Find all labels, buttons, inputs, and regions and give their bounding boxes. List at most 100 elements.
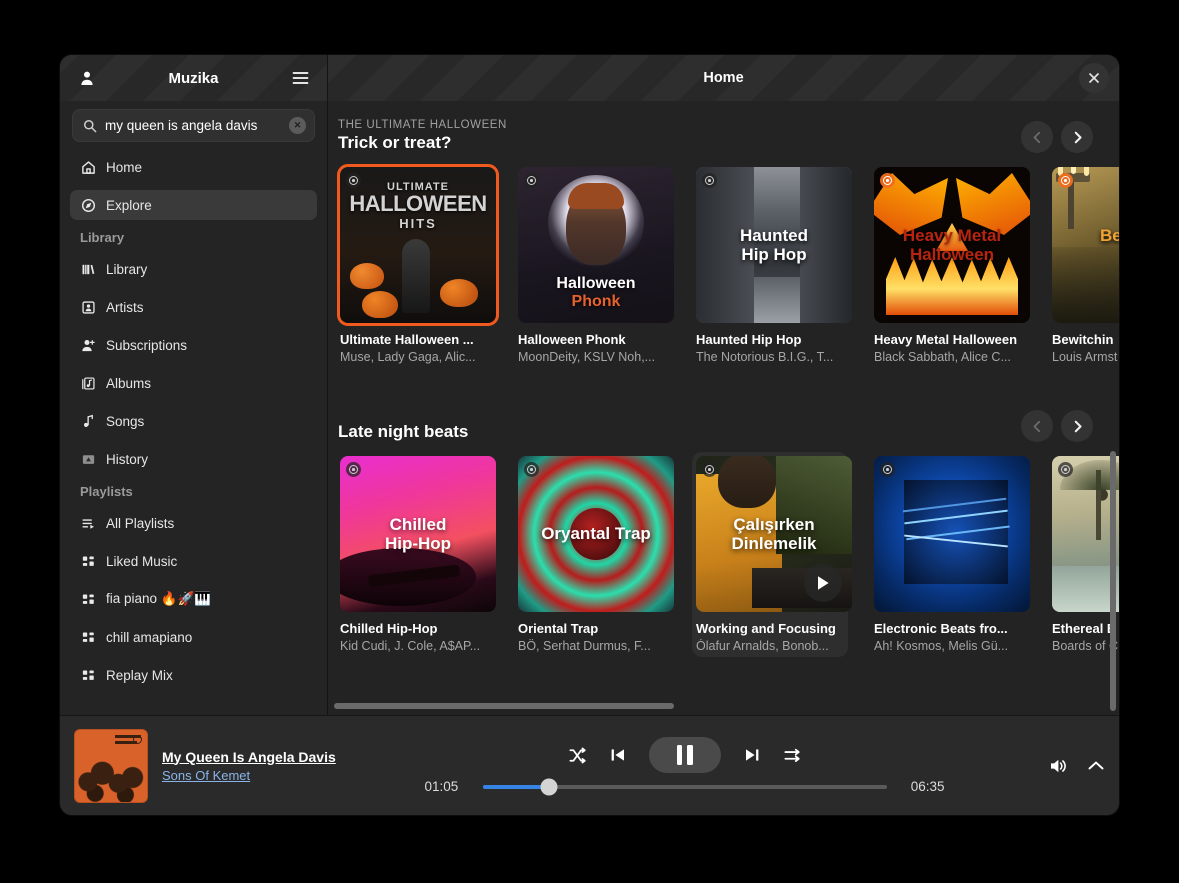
sidebar-item-songs[interactable]: Songs xyxy=(70,406,317,436)
album-cover[interactable]: Oryantal Trap xyxy=(518,456,674,612)
carousel-controls xyxy=(1021,121,1093,153)
album-cover[interactable]: Chilled Hip-Hop xyxy=(340,456,496,612)
sidebar-item-albums[interactable]: Albums xyxy=(70,368,317,398)
sidebar-item-liked-music[interactable]: Liked Music xyxy=(70,546,317,576)
seek-track[interactable] xyxy=(482,778,887,795)
vertical-scrollbar[interactable] xyxy=(1110,451,1116,711)
search-input[interactable]: my queen is angela davis ✕ xyxy=(72,109,315,142)
album-cover[interactable]: Bew J xyxy=(1052,167,1119,323)
album-card[interactable]: Chilled Hip-Hop Chilled Hip-Hop Kid Cudi… xyxy=(336,452,496,657)
skip-previous-icon[interactable] xyxy=(609,746,627,764)
section-kicker: THE ULTIMATE HALLOWEEN xyxy=(338,119,507,131)
play-badge-icon[interactable] xyxy=(1058,462,1073,477)
album-card[interactable]: Halloween Phonk Halloween Phonk MoonDeit… xyxy=(514,163,674,368)
page-title: Home xyxy=(703,70,744,86)
album-cover[interactable]: Çalışırken Dinlemelik xyxy=(696,456,852,612)
sidebar-item-replay-mix[interactable]: Replay Mix xyxy=(70,660,317,690)
section-title: Trick or treat? xyxy=(338,133,452,152)
album-card[interactable]: Çalışırken Dinlemelik Working and Focusi… xyxy=(692,452,852,657)
album-cover[interactable]: ULTIMATE HALLOWEEN HITS xyxy=(337,164,499,326)
album-card[interactable]: Oryantal Trap Oriental Trap BÖ, Serhat D… xyxy=(514,452,674,657)
sidebar-item-chill-amapiano[interactable]: chill amapiano xyxy=(70,622,317,652)
play-badge-icon[interactable] xyxy=(880,173,895,188)
muzika-app-window: Muzika my queen is angela davis ✕ Home E… xyxy=(60,55,1119,815)
close-icon[interactable] xyxy=(1079,63,1109,93)
carousel-controls xyxy=(1021,410,1093,442)
sidebar: Muzika my queen is angela davis ✕ Home E… xyxy=(60,55,328,715)
grid-squares-icon xyxy=(80,629,96,645)
play-badge-icon[interactable] xyxy=(524,173,539,188)
now-playing-cover-art[interactable] xyxy=(74,728,148,803)
play-badge-icon[interactable] xyxy=(346,462,361,477)
album-card[interactable]: Eth Elec Ethereal E Boards of C xyxy=(1048,452,1119,657)
sidebar-item-history[interactable]: History xyxy=(70,444,317,474)
play-badge-icon[interactable] xyxy=(346,173,361,188)
skip-next-icon[interactable] xyxy=(743,746,761,764)
artist-card-icon xyxy=(80,299,96,315)
play-badge-icon[interactable] xyxy=(1058,173,1073,188)
elapsed-time: 01:05 xyxy=(424,779,459,794)
player-controls-area: 01:05 06:35 xyxy=(374,737,995,795)
album-cover[interactable]: Halloween Phonk xyxy=(518,167,674,323)
sidebar-item-label: Home xyxy=(106,159,143,175)
content-area: Home THE ULTIMATE HALLOWEEN Trick or tre… xyxy=(328,55,1119,715)
album-card-title: Halloween Phonk xyxy=(518,332,626,347)
album-card[interactable]: ULTIMATE HALLOWEEN HITS Ultimate Hallowe… xyxy=(336,163,499,368)
sidebar-item-home[interactable]: Home xyxy=(70,152,317,182)
sidebar-item-fia-piano[interactable]: fia piano 🔥🚀🎹 xyxy=(70,584,317,614)
carousel-prev-button[interactable] xyxy=(1021,410,1053,442)
repeat-icon[interactable] xyxy=(783,746,802,765)
seek-thumb[interactable] xyxy=(540,778,558,795)
play-badge-icon[interactable] xyxy=(524,462,539,477)
album-cover[interactable] xyxy=(874,456,1030,612)
play-button-overlay[interactable] xyxy=(804,564,842,602)
shuffle-icon[interactable] xyxy=(568,746,587,765)
search-container: my queen is angela davis ✕ xyxy=(60,101,327,148)
horizontal-scrollbar[interactable] xyxy=(334,703,674,709)
clear-text-icon[interactable]: ✕ xyxy=(289,117,306,134)
play-badge-icon[interactable] xyxy=(880,462,895,477)
album-cover[interactable]: Haunted Hip Hop xyxy=(696,167,852,323)
volume-high-icon[interactable] xyxy=(1049,757,1069,775)
history-icon xyxy=(80,451,96,467)
content-scroll-area[interactable]: THE ULTIMATE HALLOWEEN Trick or treat? U… xyxy=(328,101,1119,715)
sidebar-item-artists[interactable]: Artists xyxy=(70,292,317,322)
carousel-row[interactable]: ULTIMATE HALLOWEEN HITS Ultimate Hallowe… xyxy=(328,163,1119,372)
section-header: Late night beats xyxy=(328,398,1119,452)
play-badge-icon[interactable] xyxy=(702,173,717,188)
sidebar-item-explore[interactable]: Explore xyxy=(70,190,317,220)
play-pause-button[interactable] xyxy=(648,737,721,773)
hamburger-menu-icon[interactable] xyxy=(285,63,315,93)
carousel-next-button[interactable] xyxy=(1061,410,1093,442)
album-card[interactable]: Bew J Bewitchin Louis Armst xyxy=(1048,163,1119,368)
album-card-subtitle: Ólafur Arnalds, Bonob... xyxy=(696,639,829,653)
sidebar-item-all-playlists[interactable]: All Playlists xyxy=(70,508,317,538)
album-cover[interactable]: Eth Elec xyxy=(1052,456,1119,612)
player-bar: My Queen Is Angela Davis Sons Of Kemet 0… xyxy=(60,715,1119,815)
carousel-prev-button[interactable] xyxy=(1021,121,1053,153)
album-card[interactable]: Haunted Hip Hop Haunted Hip Hop The Noto… xyxy=(692,163,852,368)
now-playing-artist[interactable]: Sons Of Kemet xyxy=(162,768,336,783)
section-titles: THE ULTIMATE HALLOWEEN Trick or treat? xyxy=(338,119,1021,153)
carousel-row[interactable]: Chilled Hip-Hop Chilled Hip-Hop Kid Cudi… xyxy=(328,452,1119,661)
play-badge-icon[interactable] xyxy=(702,462,717,477)
sidebar-item-subscriptions[interactable]: Subscriptions xyxy=(70,330,317,360)
sidebar-item-label: Albums xyxy=(106,375,152,391)
grid-squares-icon xyxy=(80,667,96,683)
sidebar-item-label: History xyxy=(106,451,149,467)
carousel-next-button[interactable] xyxy=(1061,121,1093,153)
album-cover[interactable]: Heavy Metal Halloween xyxy=(874,167,1030,323)
sidebar-item-library[interactable]: Library xyxy=(70,254,317,284)
app-title: Muzika xyxy=(168,69,219,87)
album-card[interactable]: Electronic Beats fro... Ah! Kosmos, Meli… xyxy=(870,452,1030,657)
album-card-title: Ethereal E xyxy=(1052,621,1116,636)
account-avatar-icon[interactable] xyxy=(72,63,102,93)
now-playing-title[interactable]: My Queen Is Angela Davis xyxy=(162,749,336,765)
sidebar-nav: Home Explore Library Library Artists Sub… xyxy=(60,148,327,715)
album-card[interactable]: Heavy Metal Halloween Heavy Metal Hallow… xyxy=(870,163,1030,368)
sidebar-item-label: Explore xyxy=(106,197,152,213)
section-trick-or-treat: THE ULTIMATE HALLOWEEN Trick or treat? U… xyxy=(328,107,1119,372)
pause-icon xyxy=(676,745,693,765)
chevron-up-icon[interactable] xyxy=(1087,759,1105,773)
seek-bar[interactable]: 01:05 06:35 xyxy=(424,778,945,795)
